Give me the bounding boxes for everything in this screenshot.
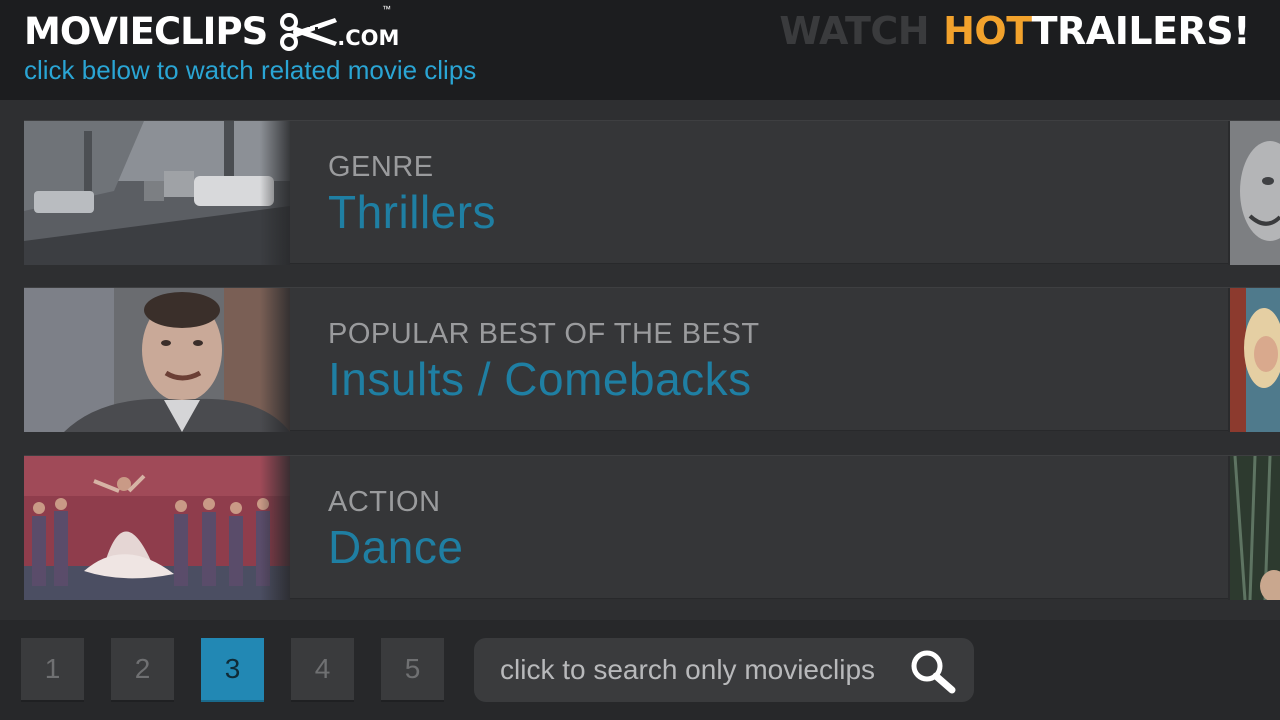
row-title[interactable]: Insults / Comebacks [328,352,752,406]
video-thumbnail[interactable] [24,288,290,432]
next-thumbnail[interactable] [1228,288,1280,432]
footer: 1 2 3 4 5 click to search only movieclip… [0,620,1280,720]
search-icon[interactable] [908,648,958,694]
video-thumbnail[interactable] [24,121,290,265]
movieclips-logo[interactable]: MOVIECLIPS .COM [24,10,399,54]
search-placeholder: click to search only movieclips [500,654,876,685]
row-category: POPULAR BEST OF THE BEST [328,318,760,350]
row-category: GENRE [328,151,434,183]
scissors-icon [280,13,338,51]
next-thumbnail[interactable] [1228,121,1280,265]
page-button-5[interactable]: 5 [381,638,444,702]
list-item-dance[interactable]: ACTION Dance [24,455,1280,600]
list-item-thrillers[interactable]: GENRE Thrillers [24,120,1280,265]
logo-domain-suffix: .COM [337,26,400,50]
logo-text: MOVIECLIPS [24,10,268,53]
watch-hot-trailers-link[interactable]: WATCH HOT TRAILERS! [779,8,1250,54]
page-button-2[interactable]: 2 [111,638,174,702]
row-title[interactable]: Thrillers [328,185,496,239]
row-category: ACTION [328,486,441,518]
header: MOVIECLIPS .COM ™ click below to watch r… [0,0,1280,100]
next-thumbnail[interactable] [1228,456,1280,600]
list-item-insults-comebacks[interactable]: POPULAR BEST OF THE BEST Insults / Comeb… [24,287,1280,432]
page-button-3[interactable]: 3 [201,638,264,702]
page-button-1[interactable]: 1 [21,638,84,702]
promo-hot: HOT [943,9,1032,53]
tagline: click below to watch related movie clips [24,55,477,85]
promo-watch: WATCH [779,9,930,53]
trademark-symbol: ™ [382,4,391,14]
page-button-4[interactable]: 4 [291,638,354,702]
row-title[interactable]: Dance [328,520,463,574]
promo-trailers: TRAILERS! [1031,9,1251,53]
search-box[interactable]: click to search only movieclips [474,638,974,702]
video-thumbnail[interactable] [24,456,290,600]
